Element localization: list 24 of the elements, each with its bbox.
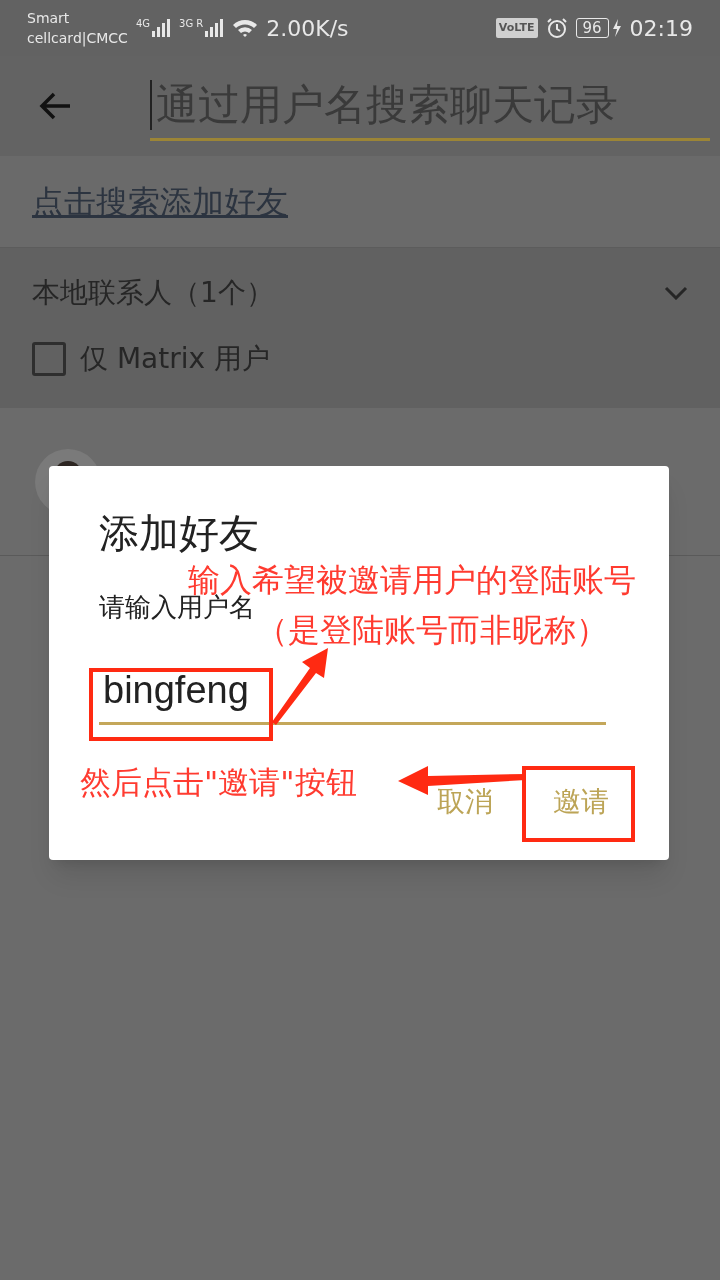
signal-icon — [151, 19, 171, 37]
network-label: 4G — [135, 19, 150, 29]
wifi-icon — [232, 18, 259, 38]
dialog-button[interactable]: 邀请 — [553, 785, 609, 819]
add-friend-link[interactable]: 点击搜索添加好友 — [32, 177, 288, 226]
dialog-button[interactable]: 取消 — [437, 785, 493, 819]
alarm-icon — [545, 17, 568, 39]
network-label: 3G R — [179, 19, 204, 29]
network-speed: 2.00K/s — [266, 14, 349, 43]
back-arrow-icon — [38, 91, 72, 121]
annotation-text: 然后点击"邀请"按钮 — [80, 763, 357, 802]
dialog-title: 添加好友 — [99, 509, 260, 558]
chevron-icon — [664, 286, 688, 300]
carrier-name: cellcard|CMCC — [27, 29, 128, 48]
clock-time: 02:19 — [629, 14, 693, 43]
text-cursor — [150, 79, 152, 130]
signal-icon — [204, 19, 225, 37]
carrier-name: Smart — [27, 9, 71, 28]
checkbox[interactable] — [32, 342, 66, 376]
section-header[interactable]: 本地联系人（1个） — [32, 248, 688, 338]
volte-badge: VoLTE — [495, 17, 538, 39]
battery-level: 96 — [575, 18, 609, 38]
checkbox-label: 仅 Matrix 用户 — [80, 341, 270, 377]
annotation-text: （是登陆账号而非昵称） — [256, 610, 608, 650]
